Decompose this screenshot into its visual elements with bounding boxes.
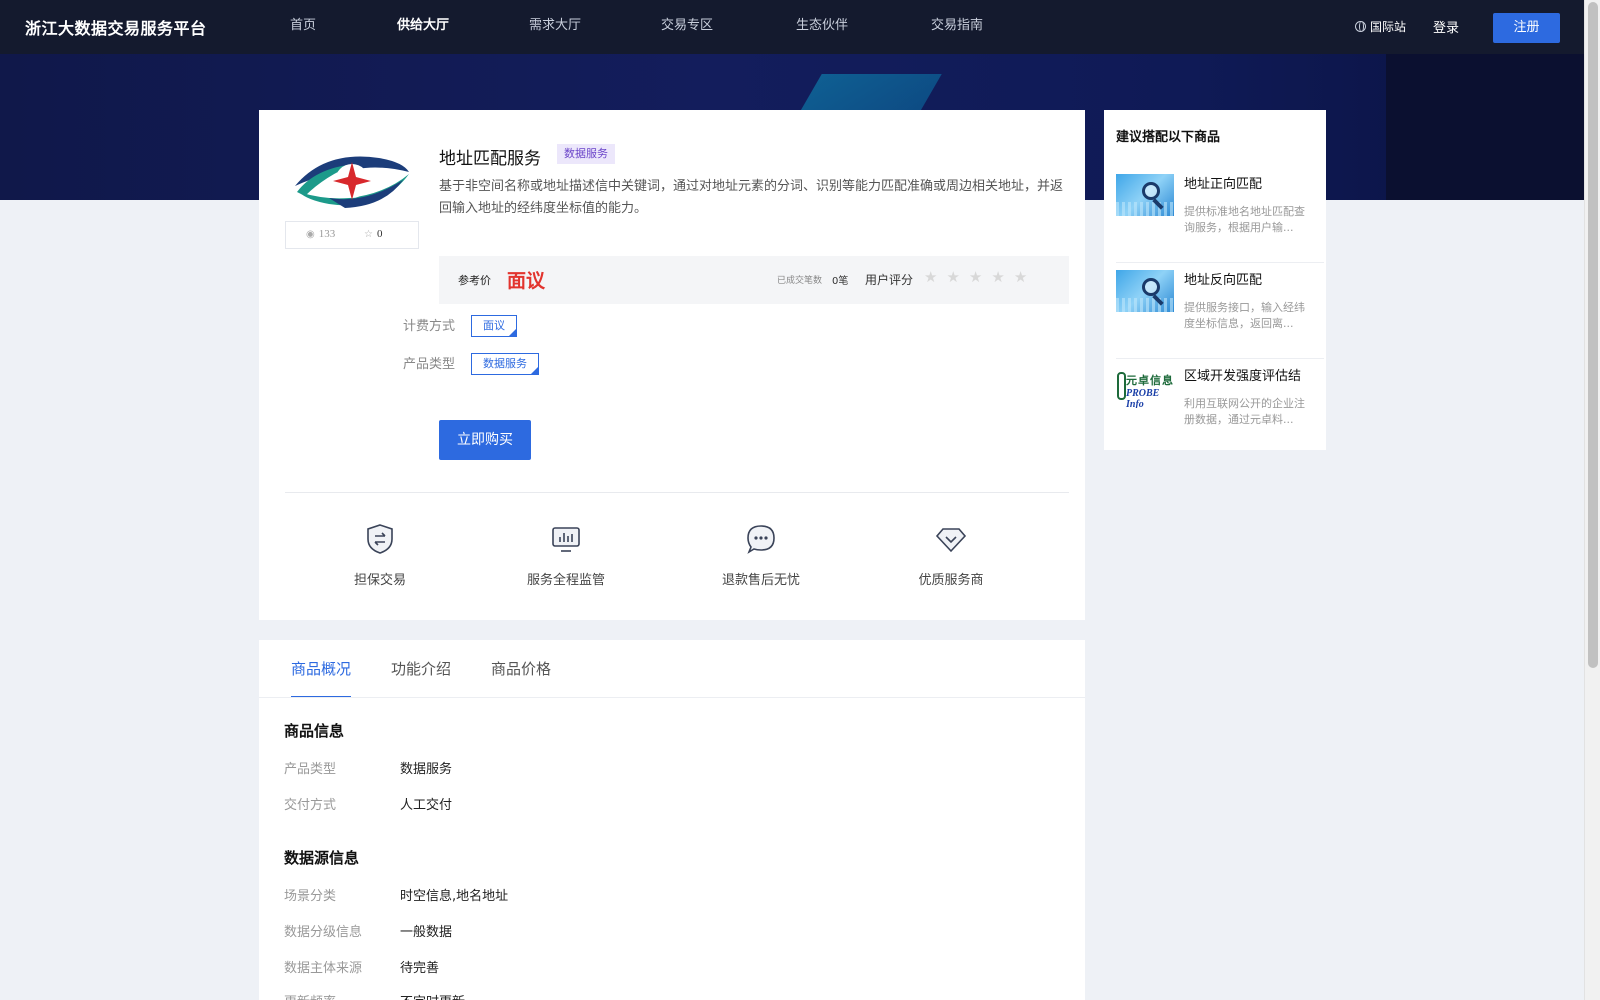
recommendation-name: 地址正向匹配 — [1184, 177, 1263, 192]
nav-item-demand-hall[interactable]: 需求大厅 — [529, 0, 661, 54]
recommendation-item[interactable]: 地址反向匹配 提供服务接口，输入经纬度坐标信息，返回离... — [1116, 264, 1324, 359]
recommendation-name: 区域开发强度评估结 — [1184, 369, 1302, 384]
billing-label: 计费方式 — [403, 319, 456, 334]
star-icon: ★ — [1013, 268, 1028, 286]
recommendation-panel: 建议搭配以下商品 地址正向匹配 提供标准地名地址匹配查询服务，根据用户输... … — [1104, 110, 1326, 450]
recommendation-desc: 提供标准地名地址匹配查询服务，根据用户输... — [1184, 205, 1305, 234]
star-icon: ★ — [968, 268, 983, 286]
banner-decoration — [1386, 54, 1584, 200]
deal-count-value: 0笔 — [832, 276, 849, 287]
guarantee-item: 优质服务商 — [896, 522, 1006, 588]
globe-icon — [1355, 21, 1366, 32]
info-label: 数据主体来源 — [284, 961, 363, 976]
star-icon: ★ — [991, 268, 1005, 286]
page-scrollbar[interactable] — [1584, 0, 1600, 1000]
buy-now-button[interactable]: 立即购买 — [439, 420, 531, 460]
recommendation-item[interactable]: 元卓信息 PROBE Info 区域开发强度评估结 利用互联网公开的企业注册数据… — [1116, 360, 1324, 450]
info-value: 待完善 — [400, 961, 440, 976]
eye-icon: ◉ — [306, 228, 315, 240]
top-navbar: 浙江大数据交易服务平台 首页 供给大厅 需求大厅 交易专区 生态伙伴 交易指南 … — [0, 0, 1584, 54]
recommendation-title: 建议搭配以下商品 — [1116, 130, 1221, 145]
nav-item-eco-partners[interactable]: 生态伙伴 — [796, 0, 931, 54]
main-nav: 首页 供给大厅 需求大厅 交易专区 生态伙伴 交易指南 — [290, 0, 1021, 54]
guarantee-label: 退款售后无忧 — [721, 573, 800, 588]
deal-count-label: 已成交笔数 — [777, 276, 823, 286]
nav-item-supply-hall[interactable]: 供给大厅 — [397, 0, 529, 54]
site-brand[interactable]: 浙江大数据交易服务平台 — [25, 15, 207, 39]
price-value: 面议 — [507, 270, 546, 292]
info-label: 产品类型 — [284, 762, 337, 777]
tab-overview[interactable]: 商品概况 — [291, 640, 352, 698]
chat-bubble-icon — [747, 525, 775, 554]
intl-site-label: 国际站 — [1370, 20, 1407, 34]
product-logo — [285, 136, 419, 220]
product-type-label: 产品类型 — [403, 357, 456, 372]
section-title: 商品信息 — [284, 722, 345, 740]
info-value: 时空信息,地名地址 — [400, 889, 509, 904]
info-value: 数据服务 — [400, 762, 453, 777]
guarantee-label: 担保交易 — [353, 573, 406, 588]
rating-label: 用户评分 — [865, 273, 914, 287]
info-label: 交付方式 — [284, 798, 337, 813]
nav-item-trade-guide[interactable]: 交易指南 — [931, 0, 1021, 54]
star-outline-icon: ☆ — [364, 228, 373, 240]
view-count-value: 133 — [318, 228, 336, 240]
scrollbar-thumb[interactable] — [1588, 2, 1598, 668]
nav-item-home[interactable]: 首页 — [290, 0, 397, 54]
price-label: 参考价 — [458, 274, 491, 287]
product-card: ◉ 133 ☆ 0 地址匹配服务 数据服务 基于非空间名称或地址描述信中关键词，… — [259, 110, 1085, 620]
guarantee-label: 优质服务商 — [918, 573, 984, 588]
product-title: 地址匹配服务 — [439, 149, 541, 169]
info-value: 人工交付 — [400, 798, 453, 813]
rating-stars: ★ ★ ★ ★ ★ — [924, 268, 1027, 286]
favorite-count[interactable]: ☆ 0 — [364, 228, 382, 240]
recommendation-item[interactable]: 地址正向匹配 提供标准地名地址匹配查询服务，根据用户输... — [1116, 168, 1324, 263]
divider — [285, 492, 1069, 493]
login-link[interactable]: 登录 — [1433, 17, 1459, 36]
nav-item-trade-zone[interactable]: 交易专区 — [661, 0, 796, 54]
divider — [259, 697, 1085, 698]
recommendation-desc: 提供服务接口，输入经纬度坐标信息，返回离... — [1184, 301, 1305, 330]
detail-tabs-card: 商品概况 功能介绍 商品价格 商品信息 产品类型 数据服务 交付方式 人工交付 … — [259, 640, 1085, 1000]
star-icon: ★ — [946, 268, 960, 286]
intl-site-link[interactable]: 国际站 — [1355, 18, 1406, 35]
monitor-chart-icon — [552, 527, 580, 552]
detail-tabs: 商品概况 功能介绍 商品价格 — [291, 640, 551, 698]
tab-pricing[interactable]: 商品价格 — [491, 640, 551, 698]
billing-option-chip[interactable]: 面议 — [471, 315, 517, 337]
star-icon: ★ — [924, 268, 938, 286]
product-description: 基于非空间名称或地址描述信中关键词，通过对地址元素的分词、识别等能力匹配准确或周… — [439, 179, 1064, 216]
register-button[interactable]: 注册 — [1493, 13, 1560, 43]
product-stats: ◉ 133 ☆ 0 — [285, 221, 419, 249]
recommendation-desc: 利用互联网公开的企业注册数据，通过元卓料... — [1184, 397, 1305, 426]
guarantee-item: 担保交易 — [325, 522, 435, 588]
info-label: 数据分级信息 — [284, 925, 363, 940]
favorite-count-value: 0 — [376, 228, 383, 240]
info-label: 场景分类 — [284, 889, 337, 904]
info-value: 不定时更新 — [400, 991, 465, 1000]
section-title: 数据源信息 — [284, 849, 360, 867]
tab-features[interactable]: 功能介绍 — [391, 640, 451, 698]
product-type-chip[interactable]: 数据服务 — [471, 353, 539, 375]
diamond-icon — [935, 528, 967, 553]
view-count: ◉ 133 — [306, 228, 335, 240]
product-thumbnail — [1116, 174, 1174, 216]
info-value: 一般数据 — [400, 925, 453, 940]
probe-info-logo: 元卓信息 PROBE Info — [1116, 366, 1174, 408]
shield-exchange-icon — [367, 524, 393, 554]
info-label: 更新频率 — [284, 991, 336, 1000]
guarantee-label: 服务全程监管 — [526, 573, 605, 588]
product-thumbnail — [1116, 270, 1174, 312]
product-category-tag: 数据服务 — [557, 144, 615, 164]
guarantee-item: 服务全程监管 — [511, 522, 621, 588]
recommendation-name: 地址反向匹配 — [1184, 273, 1263, 288]
price-bar: 参考价 面议 已成交笔数 0笔 用户评分 ★ ★ ★ ★ ★ — [439, 256, 1069, 304]
guarantee-item: 退款售后无忧 — [706, 522, 816, 588]
